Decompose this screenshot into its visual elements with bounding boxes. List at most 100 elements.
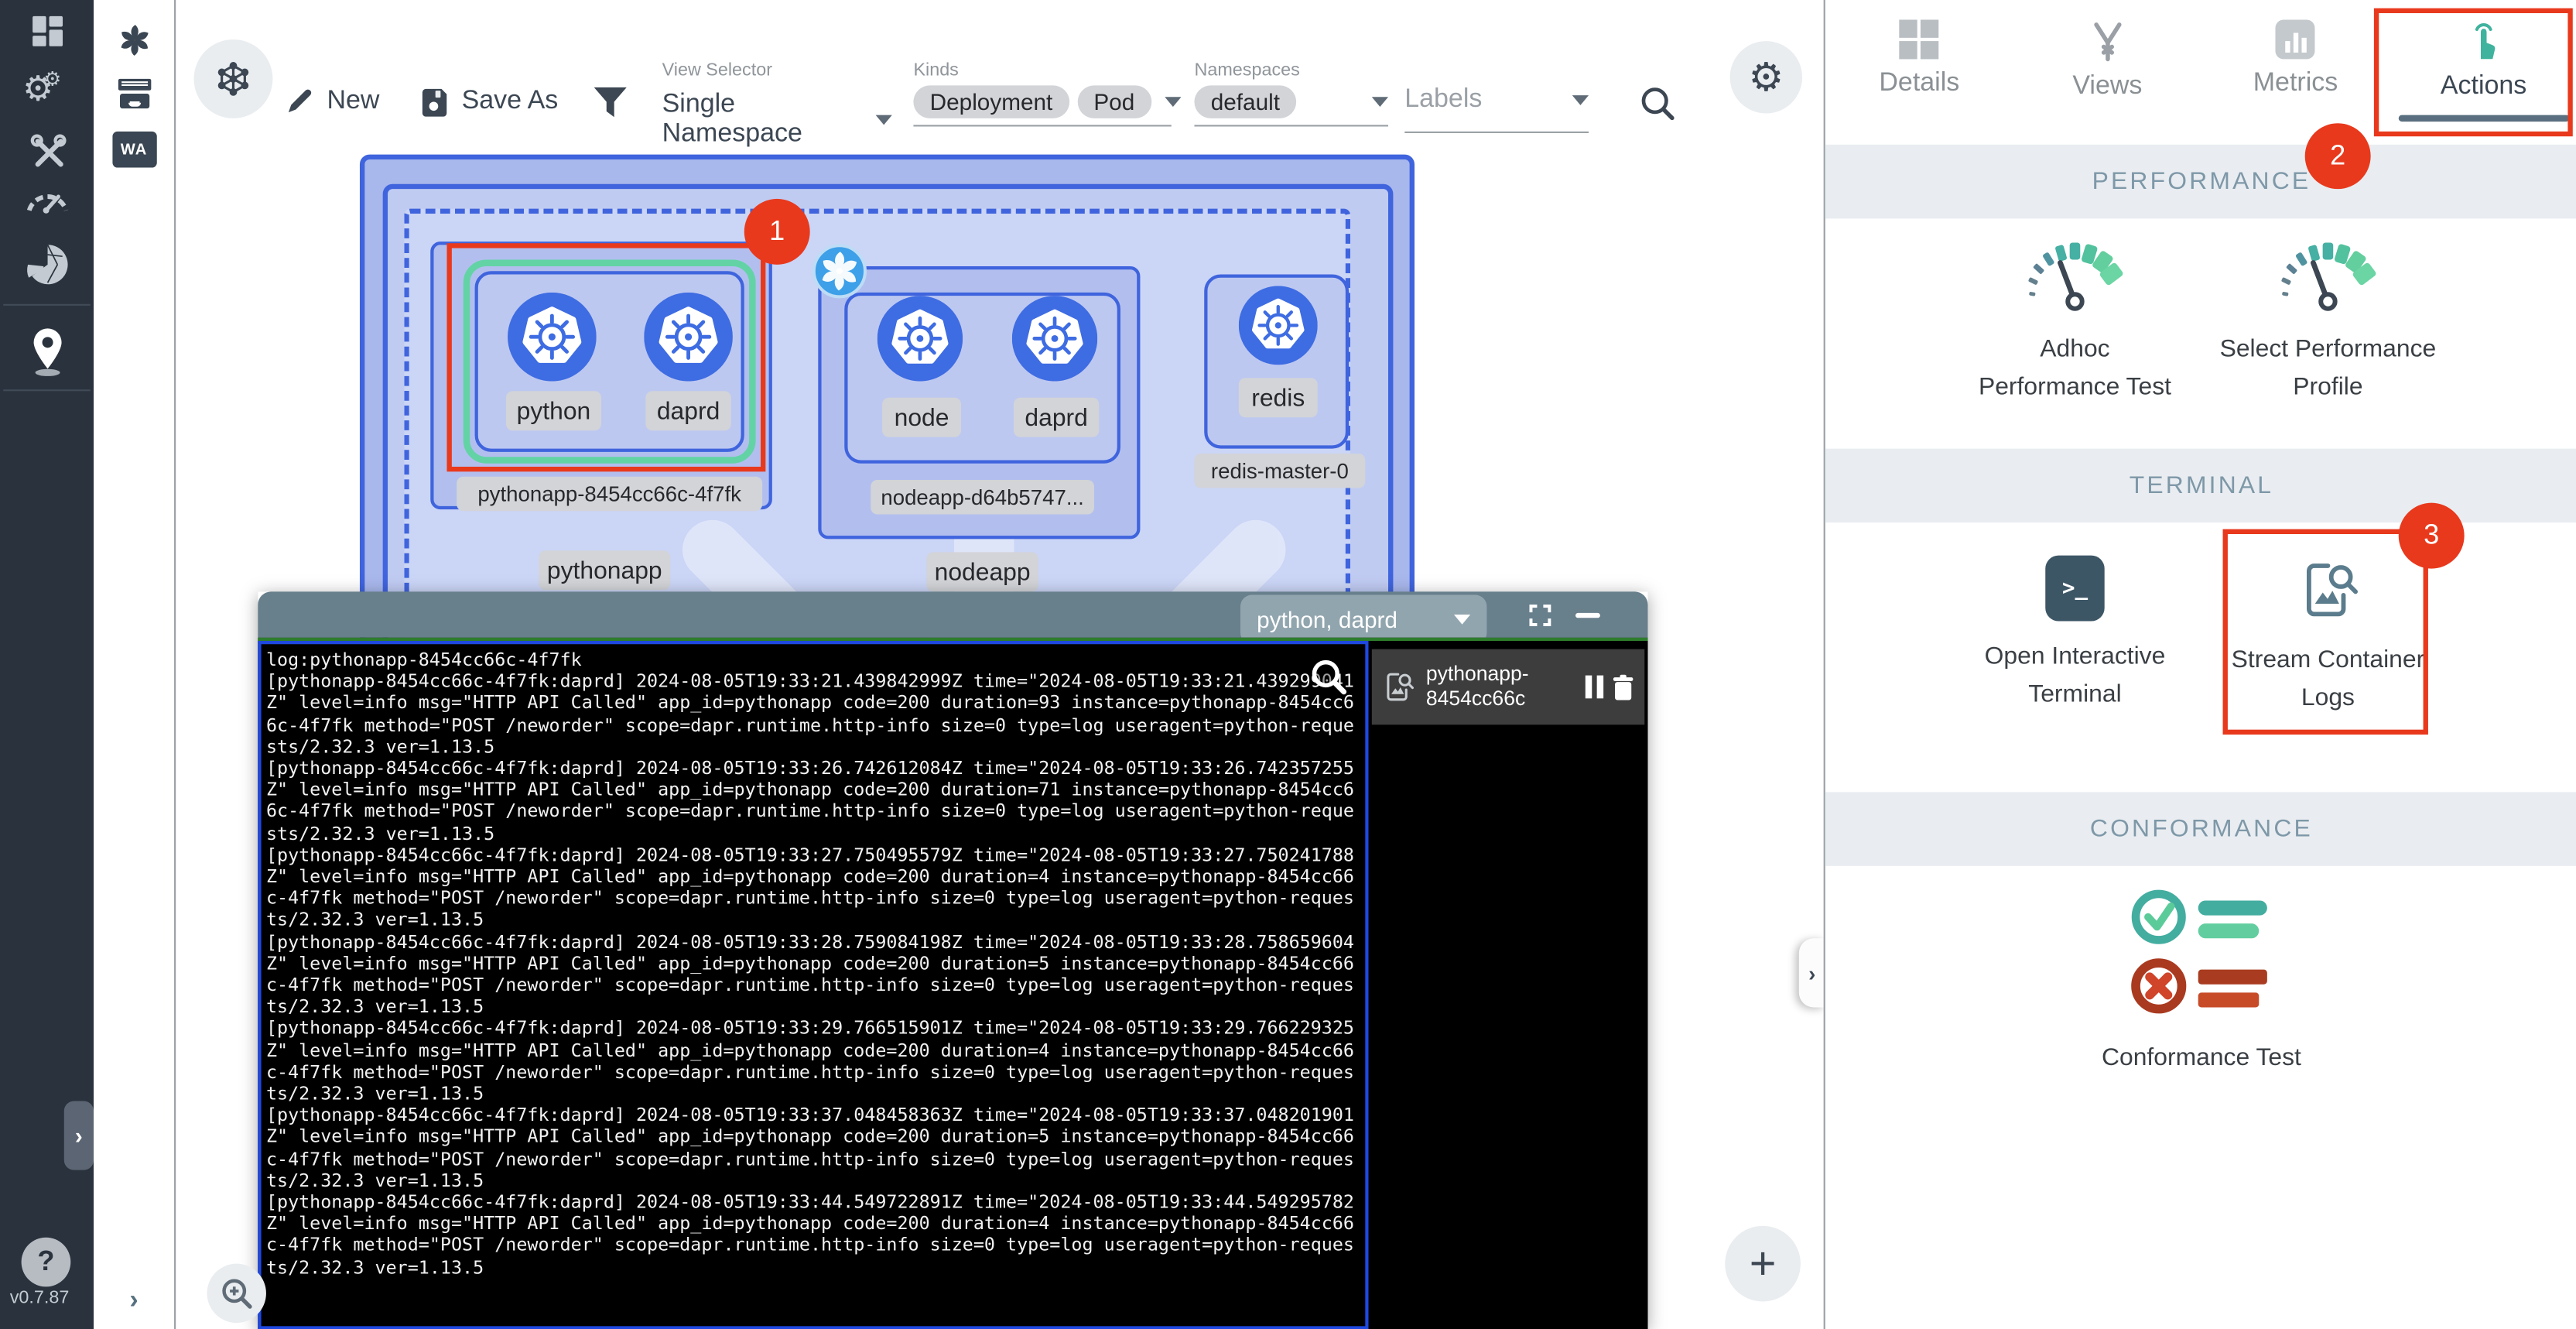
tab-details[interactable]: Details [1825, 0, 2013, 138]
new-button[interactable]: New [284, 85, 379, 116]
panel-collapse-toggle[interactable]: › [1799, 938, 1824, 1007]
settings-button[interactable]: ⚙ [1730, 41, 1802, 113]
log-session-item[interactable]: pythonapp-8454cc66c [1372, 649, 1644, 725]
new-button-label: New [327, 86, 379, 115]
deployment-label: nodeapp [926, 552, 1038, 591]
annotation-rect-3 [2223, 529, 2428, 735]
deployment-label: pythonapp [539, 550, 670, 590]
graph-view-button[interactable] [194, 39, 273, 118]
kinds-filter[interactable]: Kinds Deployment Pod [913, 61, 1171, 127]
pod-label: pythonapp-8454cc66c-4f7fk [457, 477, 762, 512]
namespaces-filter[interactable]: Namespaces default [1194, 61, 1388, 127]
chevron-right-icon[interactable]: › [129, 1286, 138, 1316]
view-selector-value: Single Namespace [662, 91, 863, 149]
session-name: pythonapp-8454cc66c [1426, 663, 1564, 712]
labels-filter[interactable]: Labels [1404, 85, 1589, 133]
zoom-in-button[interactable] [207, 1264, 266, 1323]
container-label: node [882, 398, 961, 437]
save-as-button[interactable]: Save As [419, 85, 558, 116]
app-root: ⚙⚙ › ? v0.7.87 WA › [0, 0, 2576, 1329]
conformance-check-icon [2123, 884, 2280, 1022]
log-search-icon[interactable] [1309, 657, 1349, 705]
annotation-badge-3: 3 [2399, 503, 2465, 569]
help-icon[interactable]: ? [22, 1238, 71, 1287]
container-selector-dropdown[interactable]: python, daprd [1240, 595, 1486, 645]
kind-chip[interactable]: Deployment [913, 85, 1069, 118]
container-label: daprd [1014, 398, 1099, 437]
fullscreen-icon[interactable] [1527, 603, 1552, 635]
conformance-test-button[interactable]: Conformance Test [2070, 884, 2333, 1076]
sidebar-divider [3, 389, 91, 391]
save-icon [419, 85, 450, 116]
gauge-icon[interactable] [24, 186, 70, 222]
stream-logs-icon [1380, 669, 1416, 705]
log-session-list: pythonapp-8454cc66c [1369, 641, 1648, 1329]
search-icon[interactable] [1640, 85, 1676, 129]
action-label: Open Interactive Terminal [1966, 638, 2183, 714]
pod-label: nodeapp-d64b5747... [871, 480, 1094, 515]
gauge-icon [2266, 233, 2390, 313]
filter-icon[interactable] [593, 84, 628, 129]
view-selector[interactable]: View Selector Single Namespace [662, 61, 892, 162]
chevron-down-icon [1454, 615, 1470, 625]
version-label: v0.7.87 [10, 1289, 70, 1308]
annotation-rect-2 [2374, 9, 2573, 137]
tab-label: Details [1879, 69, 1959, 98]
left-sidebar: ⚙⚙ › ? v0.7.87 [0, 0, 94, 1329]
tools-icon[interactable] [27, 132, 67, 180]
namespaces-label: Namespaces [1194, 61, 1388, 80]
chevron-down-icon [876, 115, 892, 125]
section-header-conformance: CONFORMANCE [1825, 792, 2576, 866]
chevron-down-icon [1164, 97, 1180, 107]
terminal-items: >_ Open Interactive Terminal Stream Cont… [1825, 556, 2576, 717]
container-redis[interactable] [1239, 286, 1318, 365]
kinds-label: Kinds [913, 61, 1171, 80]
container-label: redis [1239, 378, 1318, 417]
labels-placeholder: Labels [1404, 85, 1482, 115]
gear-icon: ⚙ [1748, 53, 1784, 101]
log-text: log:pythonapp-8454cc66c-4f7fk [pythonapp… [262, 644, 1366, 1278]
tab-label: Views [2072, 72, 2142, 101]
select-performance-profile-button[interactable]: Select Performance Profile [2213, 233, 2443, 406]
trash-icon[interactable] [1610, 673, 1637, 700]
container-daprd[interactable] [1012, 296, 1097, 381]
bar-chart-icon [2276, 19, 2315, 59]
graph-icon [212, 57, 255, 100]
right-panel: Details Views Metrics Actions 2 PERFORMA… [1824, 0, 2576, 1329]
add-button[interactable]: + [1725, 1226, 1801, 1302]
container-selector-value: python, daprd [1257, 606, 1397, 632]
tab-views[interactable]: Views [2013, 0, 2201, 138]
terminal-icon: >_ [2045, 556, 2104, 622]
tab-metrics[interactable]: Metrics [2201, 0, 2390, 138]
terminal-window: python, daprd log:pythonapp-8454cc66c-4f… [258, 591, 1647, 1329]
log-output-pane[interactable]: log:pythonapp-8454cc66c-4f7fk [pythonapp… [258, 641, 1368, 1329]
pause-icon[interactable] [1586, 676, 1603, 699]
dapr-badge-icon [812, 243, 867, 307]
pod-redis-box[interactable]: redis redis-master-0 [1204, 275, 1349, 449]
app-strip: WA › [94, 0, 176, 1329]
minimize-icon[interactable] [1575, 613, 1600, 618]
sidebar-expand-button[interactable]: › [64, 1101, 94, 1170]
dapr-spiral-icon[interactable] [113, 19, 154, 69]
section-header-performance: PERFORMANCE [1825, 145, 2576, 219]
action-label: Adhoc Performance Test [1966, 331, 2183, 406]
tab-label: Metrics [2253, 69, 2338, 98]
namespace-chip[interactable]: default [1194, 85, 1296, 118]
pie-chart-icon[interactable] [26, 243, 68, 294]
conformance-items: Conformance Test [1825, 884, 2576, 1076]
dashboard-icon[interactable] [27, 13, 67, 57]
grid-icon [1900, 19, 1939, 59]
deployment-nodeapp[interactable]: node daprd nodeapp-d64b5747... nodeapp [818, 266, 1140, 539]
pod-label: redis-master-0 [1194, 454, 1365, 488]
save-as-button-label: Save As [462, 86, 559, 115]
kind-chip[interactable]: Pod [1077, 85, 1151, 118]
archive-icon[interactable] [113, 76, 154, 120]
location-pin-icon[interactable] [26, 325, 68, 386]
canvas-area: New Save As View Selector Single Namespa… [176, 0, 1823, 1329]
open-interactive-terminal-button[interactable]: >_ Open Interactive Terminal [1960, 556, 2190, 717]
adhoc-performance-test-button[interactable]: Adhoc Performance Test [1960, 233, 2190, 406]
container-node[interactable] [877, 296, 963, 381]
webassembly-icon[interactable]: WA [111, 132, 156, 168]
gears-icon[interactable]: ⚙⚙ [22, 69, 71, 110]
chevron-down-icon [1572, 95, 1589, 105]
